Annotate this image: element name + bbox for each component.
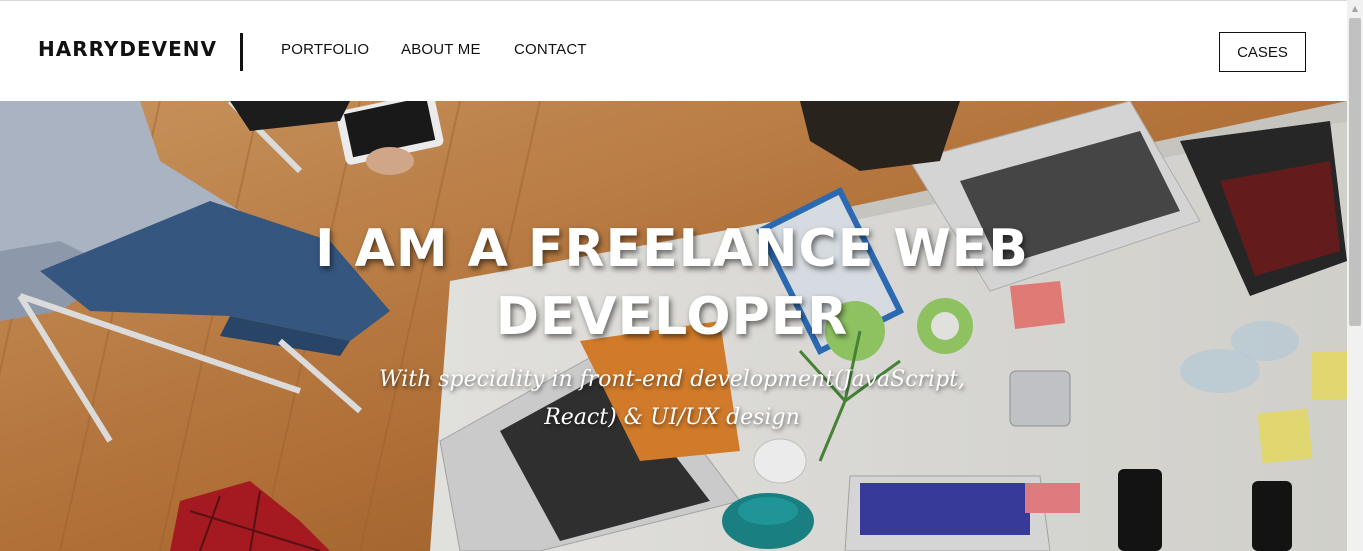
hero-title-line1: I AM A FREELANCE WEB — [315, 219, 1029, 279]
brand-logo[interactable]: HARRYDEVENV — [38, 37, 217, 61]
site-header: HARRYDEVENV PORTFOLIO ABOUT ME CONTACT C… — [0, 0, 1347, 101]
hero-subtitle-line2: React) & UI/UX design — [544, 405, 800, 430]
nav-contact-link[interactable]: CONTACT — [514, 41, 587, 58]
scrollbar-thumb[interactable] — [1349, 18, 1361, 326]
scroll-up-arrow-icon[interactable]: ▲ — [1347, 0, 1363, 16]
cases-button[interactable]: CASES — [1219, 32, 1306, 72]
hero-subtitle: With speciality in front-end development… — [372, 361, 972, 437]
nav-about-link[interactable]: ABOUT ME — [401, 41, 481, 58]
hero-title: I AM A FREELANCE WEB DEVELOPER — [222, 215, 1122, 351]
page: HARRYDEVENV PORTFOLIO ABOUT ME CONTACT C… — [0, 0, 1363, 551]
brand-divider — [240, 33, 243, 71]
nav-portfolio-link[interactable]: PORTFOLIO — [281, 41, 369, 58]
hero-section: I AM A FREELANCE WEB DEVELOPER With spec… — [0, 101, 1347, 551]
hero-subtitle-line1: With speciality in front-end development… — [378, 367, 965, 392]
hero-title-line2: DEVELOPER — [495, 287, 849, 347]
